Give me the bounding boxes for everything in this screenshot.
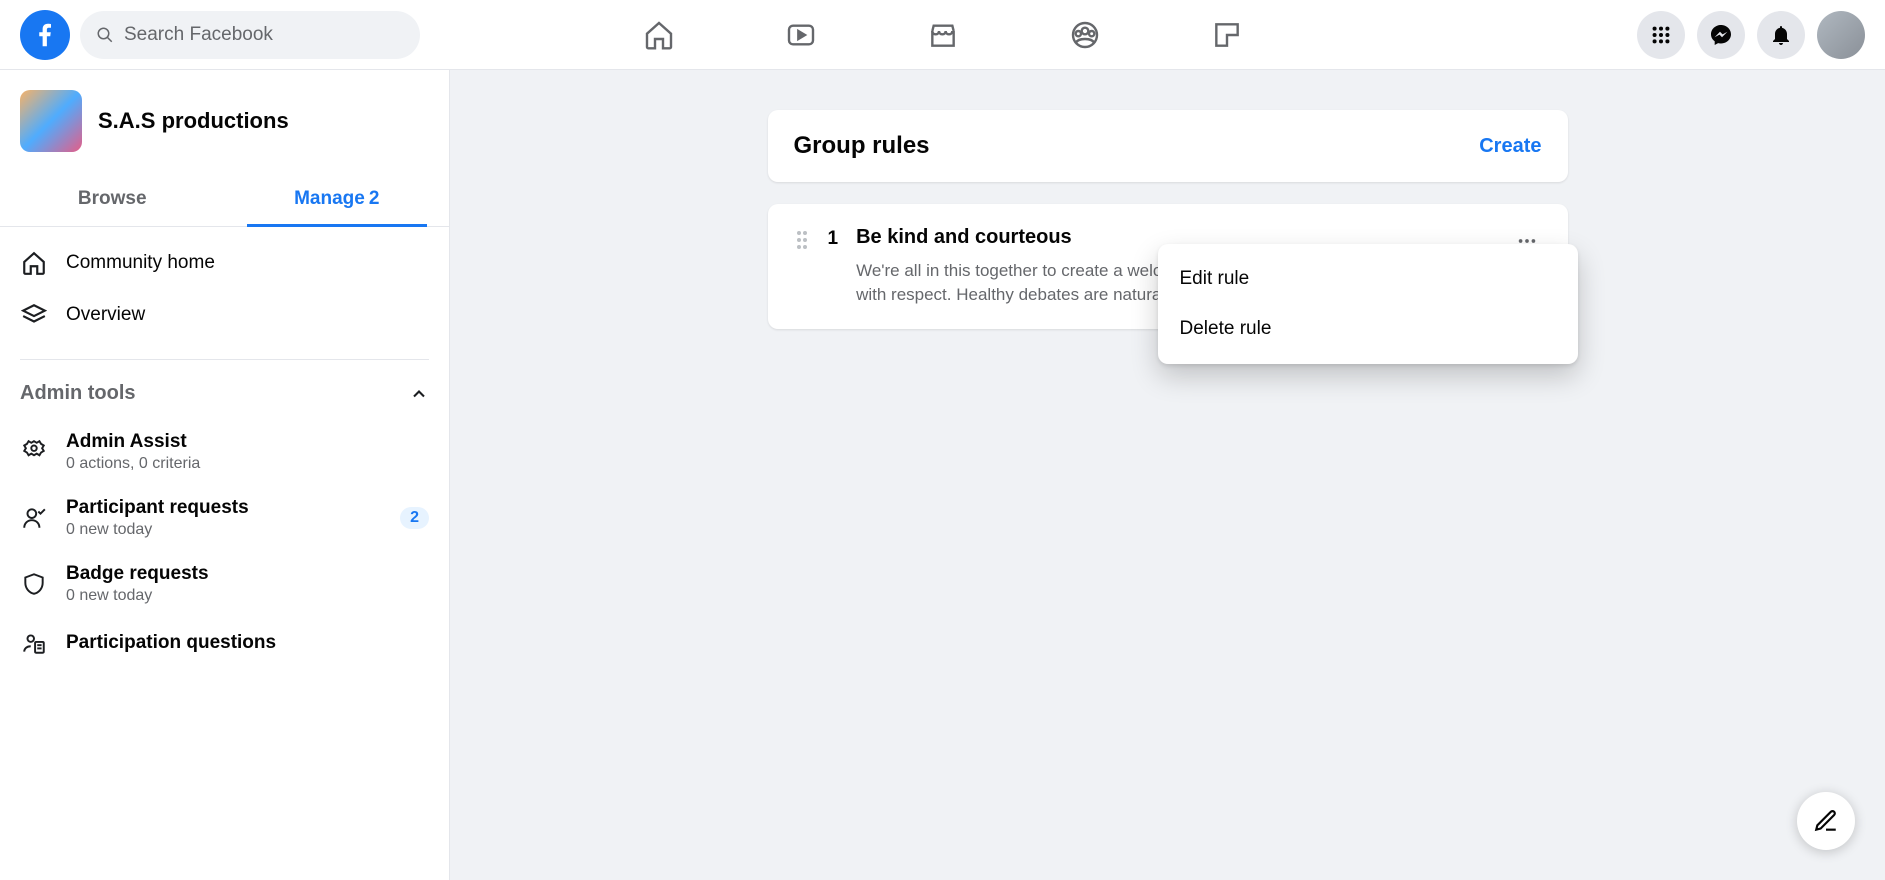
sidebar-item-label: Overview: [66, 304, 145, 326]
sidebar-item-label: Admin Assist: [66, 431, 429, 453]
drag-handle-icon[interactable]: [794, 226, 810, 255]
sidebar-item-sub: 0 new today: [66, 587, 429, 605]
edit-rule-button[interactable]: Edit rule: [1158, 254, 1578, 304]
facebook-logo[interactable]: [20, 10, 70, 60]
stack-icon: [20, 301, 48, 329]
sidebar-item-admin-assist[interactable]: Admin Assist 0 actions, 0 criteria: [0, 419, 449, 485]
notifications-icon[interactable]: [1757, 11, 1805, 59]
top-nav-bar: Search Facebook: [0, 0, 1885, 70]
group-thumbnail: [20, 90, 82, 152]
home-icon[interactable]: [643, 19, 675, 51]
tab-browse[interactable]: Browse: [0, 172, 225, 226]
count-badge: 2: [400, 507, 429, 529]
search-icon: [96, 26, 114, 44]
group-rules-header-card: Group rules Create: [768, 110, 1568, 182]
page-title: Group rules: [794, 132, 930, 160]
compose-fab[interactable]: [1797, 792, 1855, 850]
rule-number: 1: [828, 226, 839, 250]
marketplace-icon[interactable]: [927, 19, 959, 51]
shield-icon: [20, 570, 48, 598]
admin-tools-header[interactable]: Admin tools: [0, 368, 449, 419]
rule-card: 1 Be kind and courteous We're all in thi…: [768, 204, 1568, 329]
sidebar: S.A.S productions Browse Manage2 Communi…: [0, 70, 450, 880]
groups-icon[interactable]: [1069, 19, 1101, 51]
profile-avatar[interactable]: [1817, 11, 1865, 59]
sidebar-item-community-home[interactable]: Community home: [0, 237, 449, 289]
sidebar-item-badge-requests[interactable]: Badge requests 0 new today: [0, 551, 449, 617]
search-input[interactable]: Search Facebook: [80, 11, 420, 59]
group-header[interactable]: S.A.S productions: [0, 90, 449, 162]
gear-badge-icon: [20, 438, 48, 466]
edit-icon: [1813, 808, 1839, 834]
sidebar-item-label: Participant requests: [66, 497, 382, 519]
create-rule-button[interactable]: Create: [1479, 135, 1541, 158]
sidebar-tabs: Browse Manage2: [0, 172, 449, 227]
clipboard-user-icon: [20, 629, 48, 657]
center-nav: [643, 19, 1243, 51]
search-placeholder: Search Facebook: [124, 24, 273, 46]
group-name: S.A.S productions: [98, 108, 289, 134]
sidebar-item-sub: 0 actions, 0 criteria: [66, 455, 429, 473]
menu-grid-icon[interactable]: [1637, 11, 1685, 59]
sidebar-item-participation-questions[interactable]: Participation questions: [0, 617, 449, 669]
sidebar-item-label: Participation questions: [66, 632, 429, 654]
right-nav-icons: [1637, 11, 1865, 59]
gaming-icon[interactable]: [1211, 19, 1243, 51]
delete-rule-button[interactable]: Delete rule: [1158, 304, 1578, 354]
sidebar-item-overview[interactable]: Overview: [0, 289, 449, 341]
watch-icon[interactable]: [785, 19, 817, 51]
home-icon: [20, 249, 48, 277]
sidebar-item-label: Badge requests: [66, 563, 429, 585]
main-content: Group rules Create 1 Be kind and courteo…: [450, 70, 1885, 880]
tab-manage[interactable]: Manage2: [225, 172, 450, 226]
chevron-up-icon: [409, 384, 429, 404]
sidebar-item-participant-requests[interactable]: Participant requests 0 new today 2: [0, 485, 449, 551]
rule-context-menu: Edit rule Delete rule: [1158, 244, 1578, 364]
messenger-icon[interactable]: [1697, 11, 1745, 59]
sidebar-item-label: Community home: [66, 252, 215, 274]
user-check-icon: [20, 504, 48, 532]
sidebar-item-sub: 0 new today: [66, 521, 382, 539]
